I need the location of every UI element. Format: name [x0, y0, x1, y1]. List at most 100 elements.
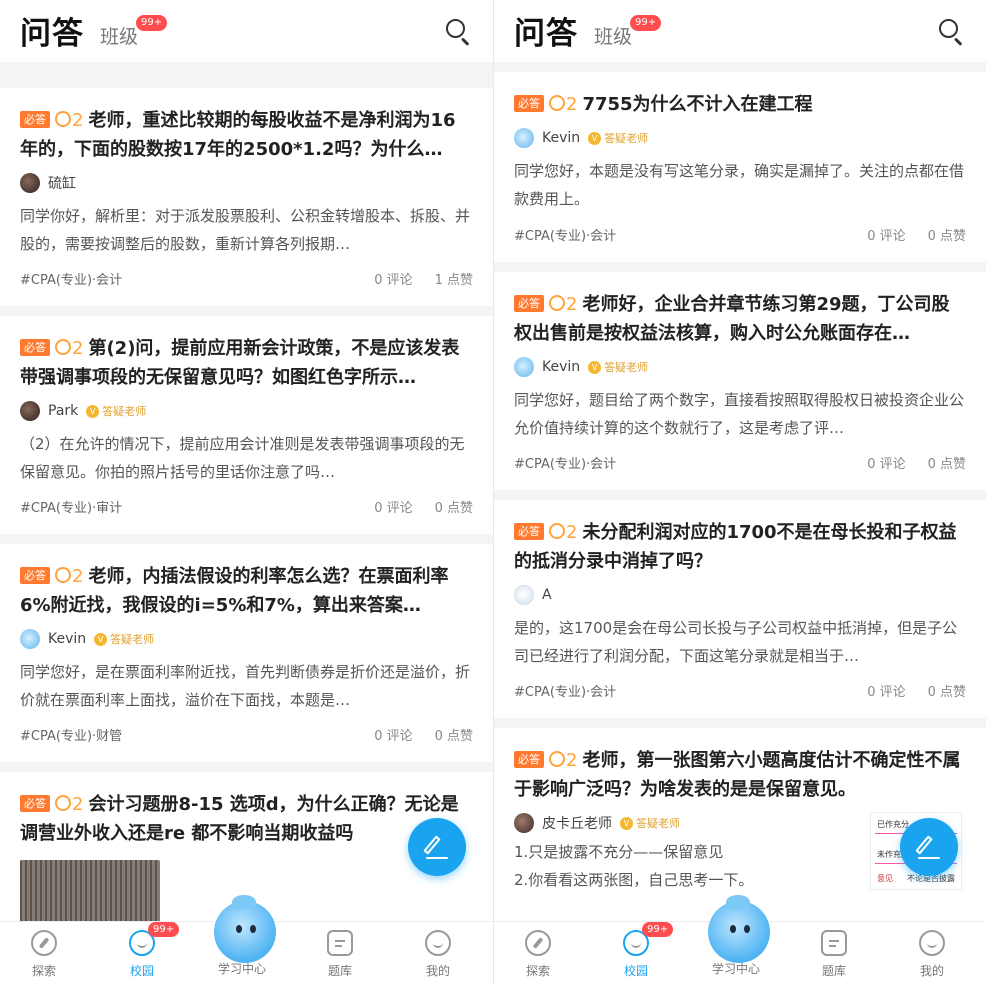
mascot-icon[interactable]: [708, 895, 770, 963]
author-name: 皮卡丘老师: [542, 816, 612, 832]
search-icon[interactable]: [938, 18, 964, 46]
top-bar: 问答 班级 99+: [494, 0, 986, 62]
question-title: 必答 2 老师好，企业合并章节练习第29题，丁公司股权出售前是按权益法核算，购入时公…: [514, 272, 966, 348]
question-card[interactable]: 必答 2 老师，内插法假设的利率怎么选？在票面利率6%附近找，我假设的i=5%和7%…: [0, 544, 493, 762]
question-title: 必答 2 未分配利润对应的1700不是在母长投和子权益的抵消分录中消掉了吗？: [514, 500, 966, 576]
coin-reward: 2: [55, 790, 83, 819]
topic-tag[interactable]: #CPA(专业)·会计: [514, 225, 616, 244]
answer-preview: 是的，这1700是会在母公司长投与子公司权益中抵消掉，但是子公司已经进行了利润分…: [514, 619, 958, 665]
avatar[interactable]: [514, 357, 534, 377]
profile-icon: [425, 930, 451, 956]
topic-tag[interactable]: #CPA(专业)·财管: [20, 725, 122, 744]
class-tab[interactable]: 班级: [100, 22, 138, 49]
author-name: Park: [48, 403, 79, 419]
answer-preview: 同学您好，题目给了两个数字，直接看按照取得股权日被投资企业公允价值持续计算的这个…: [514, 391, 965, 437]
answer-author: Kevin V 答疑老师: [514, 125, 966, 151]
compass-icon: [31, 930, 57, 956]
teacher-badge: V 答疑老师: [588, 130, 648, 146]
tab-study-center[interactable]: 学习中心: [701, 960, 771, 977]
search-icon[interactable]: [445, 18, 471, 46]
bottom-tab-bar: 探索 99+ 校园 学习中心 题库 我的: [0, 895, 493, 985]
question-card[interactable]: 必答 2 老师好，企业合并章节练习第29题，丁公司股权出售前是按权益法核算，购入时公…: [494, 272, 986, 490]
verified-icon: V: [620, 816, 633, 830]
page-title[interactable]: 问答: [20, 8, 84, 53]
question-title: 必答 2 老师，第一张图第六小题高度估计不确定性不属于影响广泛吗？为啥发表的是是保留…: [514, 728, 966, 804]
like-count[interactable]: 0 点赞: [435, 501, 473, 516]
tab-label: 校园: [129, 964, 154, 978]
answer-preview: 同学你好，解析里：对于派发股票股利、公积金转增股本、拆股、并股的，需要按调整后的…: [20, 207, 471, 253]
must-answer-tag: 必答: [514, 523, 544, 540]
ask-question-button[interactable]: [900, 818, 958, 876]
author-name: Kevin: [542, 359, 581, 375]
avatar[interactable]: [514, 128, 534, 148]
question-title: 必答 2 会计习题册8-15 选项d，为什么正确？无论是调营业外收入还是re 都不影…: [20, 772, 473, 848]
coin-icon: [55, 111, 71, 127]
avatar[interactable]: [514, 585, 534, 605]
topic-tag[interactable]: #CPA(专业)·会计: [20, 269, 122, 288]
topic-tag[interactable]: #CPA(专业)·会计: [514, 453, 616, 472]
avatar[interactable]: [20, 629, 40, 649]
question-card[interactable]: 必答 2 第(2)问，提前应用新会计政策，不是应该发表带强调事项段的无保留意见吗？如…: [0, 316, 493, 534]
comment-count[interactable]: 0 评论: [867, 229, 905, 244]
tab-campus[interactable]: 99+ 校园: [606, 922, 674, 979]
avatar[interactable]: [514, 813, 534, 833]
card-meta: #CPA(专业)·会计 0 评论 0 点赞: [514, 453, 966, 472]
comment-count[interactable]: 0 评论: [867, 457, 905, 472]
tab-label: 探索: [525, 964, 550, 978]
tab-question-bank[interactable]: 题库: [804, 930, 864, 979]
tab-explore[interactable]: 探索: [508, 930, 568, 979]
tab-me[interactable]: 我的: [408, 930, 468, 979]
avatar[interactable]: [20, 401, 40, 421]
tab-study-center[interactable]: 学习中心: [207, 960, 277, 977]
topic-tag[interactable]: #CPA(专业)·审计: [20, 497, 122, 516]
comment-count[interactable]: 0 评论: [374, 273, 412, 288]
class-badge: 99+: [136, 15, 168, 31]
tab-campus[interactable]: 99+ 校园: [112, 922, 180, 979]
coin-icon: [55, 795, 71, 811]
mascot-icon[interactable]: [214, 895, 276, 963]
comment-count[interactable]: 0 评论: [374, 501, 412, 516]
tab-question-bank[interactable]: 题库: [310, 930, 370, 979]
tab-label: 题库: [327, 964, 352, 978]
ask-question-button[interactable]: [408, 818, 466, 876]
author-name: A: [542, 587, 552, 603]
card-meta: #CPA(专业)·会计 0 评论 1 点赞: [20, 269, 473, 288]
comment-count[interactable]: 0 评论: [374, 729, 412, 744]
pencil-icon: [915, 835, 933, 855]
avatar[interactable]: [20, 173, 40, 193]
card-meta: #CPA(专业)·财管 0 评论 0 点赞: [20, 725, 473, 744]
right-screen: 问答 班级 99+ 必答 2 7755为什么不计入在建工程 Kevin V 答疑老师 …: [493, 0, 986, 985]
question-title: 必答 2 7755为什么不计入在建工程: [514, 72, 966, 119]
question-card[interactable]: 必答 2 7755为什么不计入在建工程 Kevin V 答疑老师 同学您好，本题是没有…: [494, 72, 986, 262]
compass-icon: [525, 930, 551, 956]
teacher-badge: V 答疑老师: [588, 359, 648, 375]
question-title: 必答 2 第(2)问，提前应用新会计政策，不是应该发表带强调事项段的无保留意见吗？如…: [20, 316, 473, 392]
verified-icon: V: [588, 360, 602, 374]
question-card[interactable]: 必答 2 未分配利润对应的1700不是在母长投和子权益的抵消分录中消掉了吗？ A 是…: [494, 500, 986, 718]
must-answer-tag: 必答: [20, 795, 50, 812]
like-count[interactable]: 0 点赞: [435, 729, 473, 744]
comment-count[interactable]: 0 评论: [867, 685, 905, 700]
verified-icon: V: [86, 404, 100, 418]
profile-icon: [919, 930, 945, 956]
question-card[interactable]: 必答 2 老师，重述比较期的每股收益不是净利润为16年的，下面的股数按17年的250…: [0, 88, 493, 306]
like-count[interactable]: 0 点赞: [928, 229, 966, 244]
must-answer-tag: 必答: [514, 95, 544, 112]
class-tab[interactable]: 班级: [594, 22, 632, 49]
topic-tag[interactable]: #CPA(专业)·会计: [514, 681, 616, 700]
verified-icon: V: [94, 632, 108, 646]
coin-icon: [549, 751, 565, 767]
like-count[interactable]: 0 点赞: [928, 685, 966, 700]
author-name: Kevin: [48, 631, 87, 647]
must-answer-tag: 必答: [20, 339, 50, 356]
coin-reward: 2: [55, 106, 83, 135]
answer-author: 硫缸: [20, 170, 473, 196]
page-title[interactable]: 问答: [514, 8, 578, 53]
like-count[interactable]: 1 点赞: [435, 273, 473, 288]
verified-icon: V: [588, 131, 602, 145]
teacher-badge: V 答疑老师: [86, 403, 146, 419]
tab-explore[interactable]: 探索: [14, 930, 74, 979]
like-count[interactable]: 0 点赞: [928, 457, 966, 472]
tab-me[interactable]: 我的: [902, 930, 962, 979]
coin-reward: 2: [549, 746, 577, 775]
